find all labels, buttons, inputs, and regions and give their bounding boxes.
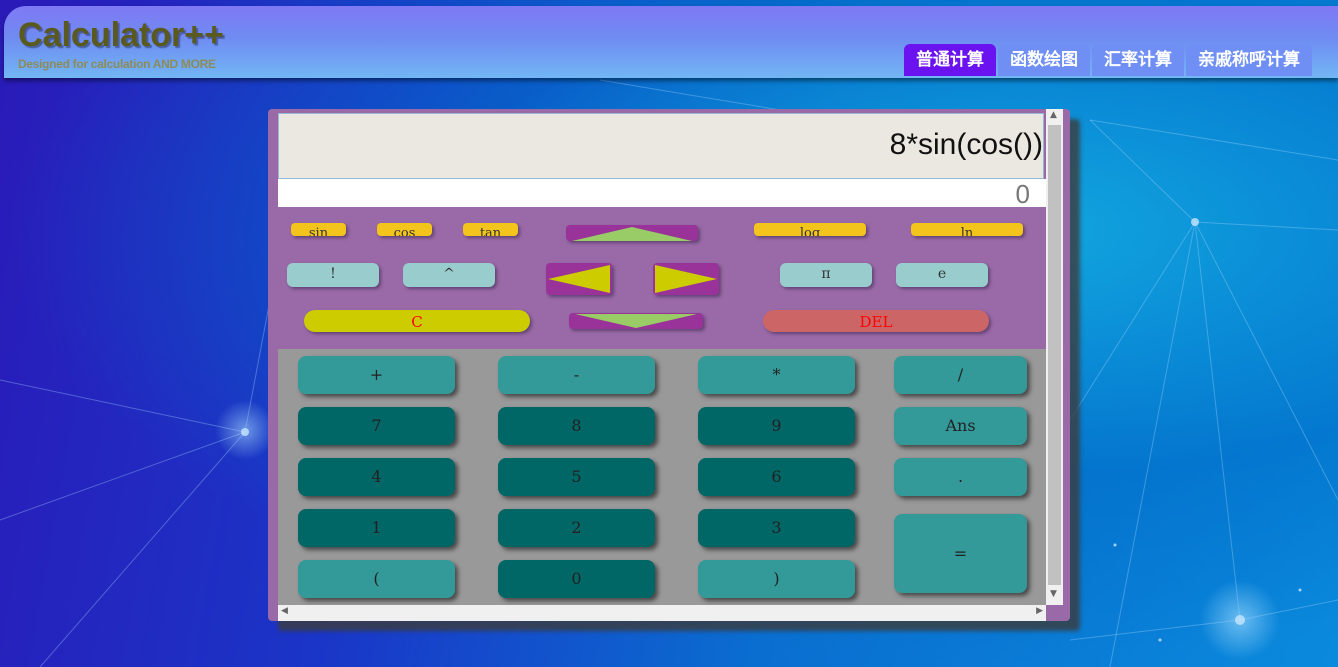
scientific-panel: sin cos tan log ln ! ^ π e C DEL [278, 207, 1046, 349]
expression-input[interactable]: 8*sin(cos()) [278, 113, 1044, 179]
app-tagline: Designed for calculation AND MORE [18, 57, 216, 71]
tab-normal-calc[interactable]: 普通计算 [904, 44, 996, 76]
calculator-panel: 8*sin(cos()) 0 sin cos tan log ln ! ^ π … [268, 109, 1070, 621]
digit-1-button[interactable]: 1 [298, 509, 455, 547]
digit-8-button[interactable]: 8 [498, 407, 655, 445]
arrow-right-icon [655, 265, 717, 293]
left-paren-button[interactable]: ( [298, 560, 455, 598]
keypad: + - * / 7 8 9 Ans 4 5 6 . 1 2 3 = ( 0 ) [278, 349, 1046, 605]
scrollbar-thumb[interactable] [1048, 125, 1061, 585]
multiply-button[interactable]: * [698, 356, 855, 394]
nav-tabs: 普通计算 函数绘图 汇率计算 亲戚称呼计算 [904, 44, 1312, 76]
clear-button[interactable]: C [304, 310, 530, 332]
add-button[interactable]: + [298, 356, 455, 394]
power-button[interactable]: ^ [403, 263, 495, 287]
result-display: 0 [278, 179, 1046, 209]
result-value: 0 [1015, 179, 1030, 209]
expression-text: 8*sin(cos()) [889, 128, 1043, 161]
sin-button[interactable]: sin [291, 223, 346, 236]
scroll-up-icon[interactable]: ▲ [1050, 110, 1057, 120]
digit-4-button[interactable]: 4 [298, 458, 455, 496]
arrow-left-icon [548, 265, 610, 293]
tan-button[interactable]: tan [463, 223, 518, 236]
factorial-button[interactable]: ! [287, 263, 379, 287]
digit-9-button[interactable]: 9 [698, 407, 855, 445]
decimal-button[interactable]: . [894, 458, 1027, 496]
scroll-left-icon[interactable]: ◀ [281, 606, 288, 616]
pi-button[interactable]: π [780, 263, 872, 287]
divide-button[interactable]: / [894, 356, 1027, 394]
app-logo: Calculator++ [18, 16, 224, 54]
cursor-right-button[interactable] [653, 263, 719, 295]
cursor-left-button[interactable] [546, 263, 612, 295]
scroll-right-icon[interactable]: ▶ [1036, 606, 1043, 616]
delete-button[interactable]: DEL [763, 310, 989, 332]
cos-button[interactable]: cos [377, 223, 432, 236]
arrow-up-icon [572, 227, 692, 241]
cursor-up-button[interactable] [566, 225, 698, 241]
digit-5-button[interactable]: 5 [498, 458, 655, 496]
digit-6-button[interactable]: 6 [698, 458, 855, 496]
right-paren-button[interactable]: ) [698, 560, 855, 598]
e-button[interactable]: e [896, 263, 988, 287]
horizontal-scrollbar[interactable]: ◀ ▶ [278, 605, 1046, 621]
tab-function-plot[interactable]: 函数绘图 [998, 44, 1090, 76]
digit-2-button[interactable]: 2 [498, 509, 655, 547]
scroll-down-icon[interactable]: ▼ [1050, 589, 1057, 599]
cursor-down-button[interactable] [569, 313, 703, 329]
digit-7-button[interactable]: 7 [298, 407, 455, 445]
vertical-scrollbar[interactable]: ▲ ▼ [1046, 109, 1063, 605]
header-bar: Calculator++ Designed for calculation AN… [4, 6, 1338, 78]
subtract-button[interactable]: - [498, 356, 655, 394]
tab-relative-title[interactable]: 亲戚称呼计算 [1186, 44, 1312, 76]
log-button[interactable]: log [754, 223, 866, 236]
digit-3-button[interactable]: 3 [698, 509, 855, 547]
digit-0-button[interactable]: 0 [498, 560, 655, 598]
ln-button[interactable]: ln [911, 223, 1023, 236]
ans-button[interactable]: Ans [894, 407, 1027, 445]
arrow-down-icon [575, 314, 697, 328]
equals-button[interactable]: = [894, 514, 1027, 593]
tab-exchange-rate[interactable]: 汇率计算 [1092, 44, 1184, 76]
